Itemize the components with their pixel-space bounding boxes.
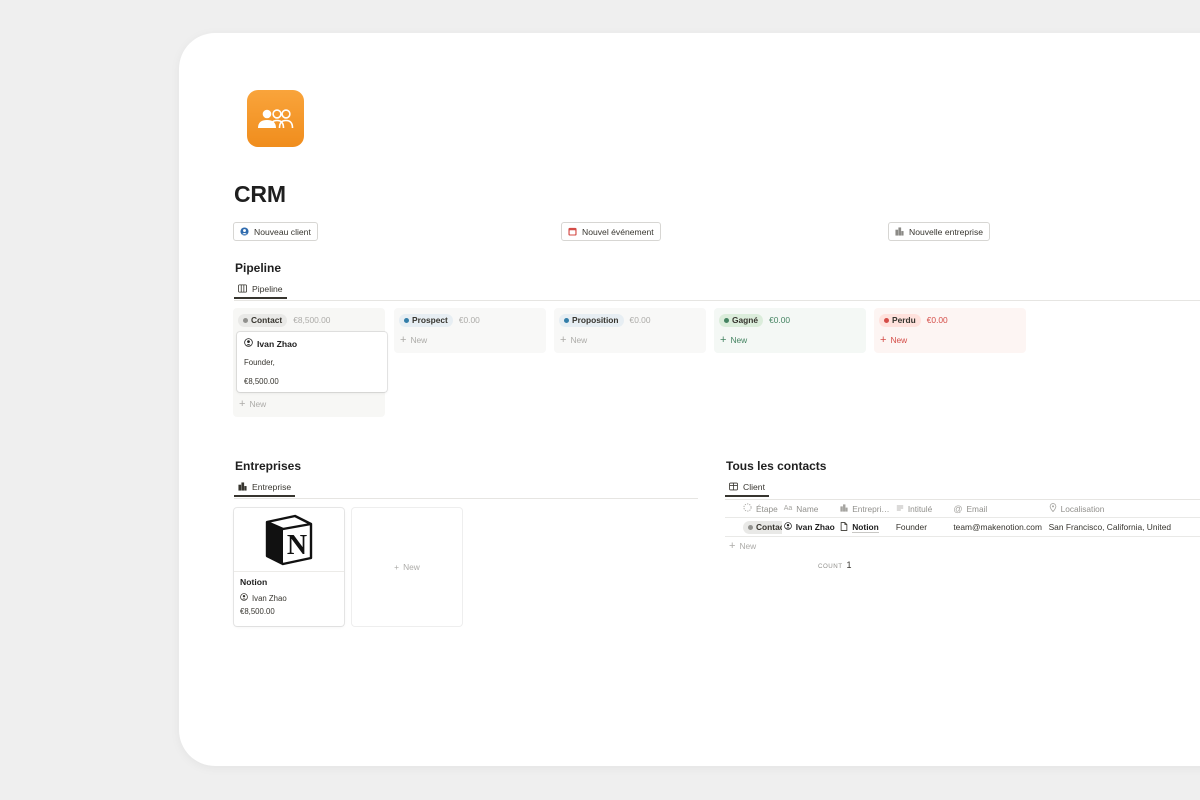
person-icon [783, 522, 792, 532]
card-title: Founder, [244, 358, 275, 367]
contacts-table: Étape Aa Name Entrepri… Intitulé @ Email… [725, 499, 1200, 555]
building-icon [840, 503, 848, 514]
card-amount: €8,500.00 [244, 377, 279, 386]
location-pin-icon [1049, 503, 1057, 514]
board-column-prospect: Prospect €0.00 + New [394, 308, 546, 353]
table-row[interactable]: Contact Ivan Zhao Notion Founder team@ma… [725, 518, 1200, 537]
row-email-cell[interactable]: team@makenotion.com [951, 522, 1046, 532]
status-pill-prospect[interactable]: Prospect [399, 313, 453, 327]
contacts-section-title: Tous les contacts [726, 459, 827, 473]
text-icon: Aa [783, 505, 793, 512]
nouveau-client-label: Nouveau client [254, 226, 311, 237]
table-count: COUNT 1 [818, 560, 852, 570]
tab-entreprise-label: Entreprise [252, 482, 292, 492]
pipeline-section-title: Pipeline [235, 261, 282, 275]
nouvelle-entreprise-button[interactable]: Nouvelle entreprise [888, 222, 991, 241]
status-pill-contact[interactable]: Contact [743, 520, 782, 534]
gallery-card-amount: €8,500.00 [240, 607, 275, 616]
tab-pipeline[interactable]: Pipeline [234, 281, 287, 299]
board-column-proposition: Proposition €0.00 + New [554, 308, 706, 353]
at-icon: @ [953, 503, 963, 514]
status-icon [743, 503, 752, 514]
column-header-intitule[interactable]: Intitulé [894, 504, 952, 514]
status-pill-proposition[interactable]: Proposition [559, 313, 624, 327]
card-name: Ivan Zhao [257, 338, 298, 349]
row-intitule-cell[interactable]: Founder [894, 522, 952, 532]
board-card-ivan-zhao[interactable]: Ivan Zhao Founder, €8,500.00 [237, 332, 387, 392]
add-card-button[interactable]: + New [237, 397, 381, 411]
add-card-button[interactable]: + New [398, 333, 542, 347]
column-header-name[interactable]: Aa Name [782, 504, 839, 514]
entreprises-divider [234, 498, 698, 499]
notion-logo: N [234, 508, 344, 572]
plus-icon: + [400, 333, 407, 346]
count-label: COUNT [818, 563, 843, 570]
status-pill-perdu[interactable]: Perdu [879, 313, 921, 327]
gallery-card-notion[interactable]: N Notion Ivan Zhao €8,500.00 [234, 508, 344, 626]
gallery-new-button[interactable]: + New [352, 508, 462, 626]
plus-icon: + [394, 562, 400, 572]
board-column-contact: Contact €8,500.00 Ivan Zhao Founder, €8,… [233, 308, 387, 417]
building-icon [895, 227, 904, 236]
gallery-card-owner: Ivan Zhao [252, 593, 287, 603]
add-card-button[interactable]: + New [878, 333, 1022, 347]
gallery-card-title: Notion [240, 577, 268, 587]
svg-text:N: N [287, 530, 307, 561]
add-card-button[interactable]: + New [718, 333, 862, 347]
column-header-etape[interactable]: Étape [725, 503, 782, 514]
page-card: CRM Nouveau client Nouvel événement Nouv… [179, 33, 1200, 766]
entreprises-section-title: Entreprises [235, 459, 302, 473]
page-title: CRM [234, 181, 286, 207]
table-new-row-button[interactable]: + New [725, 537, 1200, 555]
tab-pipeline-label: Pipeline [252, 284, 283, 294]
nouvel-evenement-label: Nouvel événement [582, 226, 654, 237]
column-sum: €0.00 [458, 315, 480, 325]
add-card-button[interactable]: + New [558, 333, 702, 347]
status-pill-contact[interactable]: Contact [238, 313, 288, 327]
nouvel-evenement-button[interactable]: Nouvel événement [561, 222, 661, 241]
column-header-localisation[interactable]: Localisation [1047, 503, 1200, 514]
nouveau-client-button[interactable]: Nouveau client [233, 222, 318, 241]
nouvelle-entreprise-label: Nouvelle entreprise [909, 226, 984, 237]
column-header-entreprise[interactable]: Entrepri… [838, 504, 894, 514]
table-icon [729, 482, 738, 493]
column-sum: €8,500.00 [293, 315, 331, 325]
tab-entreprise[interactable]: Entreprise [234, 479, 296, 497]
person-circle-icon [240, 227, 249, 236]
list-icon [896, 504, 904, 514]
table-header-row: Étape Aa Name Entrepri… Intitulé @ Email… [725, 499, 1200, 518]
plus-icon: + [729, 540, 736, 552]
pipeline-divider [234, 300, 1200, 301]
count-value: 1 [846, 560, 852, 570]
board-column-perdu: Perdu €0.00 + New [874, 308, 1026, 353]
plus-icon: + [720, 333, 727, 346]
board-icon [238, 283, 247, 295]
row-localisation-cell[interactable]: San Francisco, California, United [1047, 522, 1200, 532]
tab-client-label: Client [743, 482, 765, 492]
tab-client[interactable]: Client [725, 479, 769, 497]
building-icon [238, 481, 247, 493]
row-name-cell[interactable]: Ivan Zhao [782, 522, 839, 532]
column-sum: €0.00 [629, 315, 651, 325]
column-header-email[interactable]: @ Email [951, 504, 1046, 514]
calendar-icon [568, 227, 577, 236]
column-sum: €0.00 [769, 315, 791, 325]
person-icon [244, 338, 253, 349]
crm-page-icon[interactable] [247, 90, 304, 147]
person-icon [240, 593, 248, 603]
column-sum: €0.00 [926, 315, 948, 325]
page-icon [840, 521, 848, 533]
people-icon [257, 108, 293, 128]
plus-icon: + [560, 333, 567, 346]
status-pill-gagne[interactable]: Gagné [719, 313, 764, 327]
plus-icon: + [880, 333, 887, 346]
board-column-gagne: Gagné €0.00 + New [714, 308, 866, 353]
plus-icon: + [239, 397, 246, 410]
row-entreprise-cell[interactable]: Notion [838, 522, 894, 533]
